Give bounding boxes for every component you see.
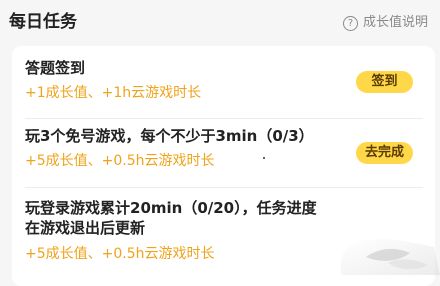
task-name: 答题签到	[25, 59, 86, 77]
task-name: 玩3个免号游戏，每个不少于3min（0/3）	[25, 127, 314, 145]
stray-dot	[263, 157, 265, 159]
growth-help-link[interactable]: ? 成长值说明	[342, 14, 428, 32]
page-title: 每日任务	[9, 12, 77, 32]
header: 每日任务 ? 成长值说明	[0, 0, 440, 46]
sign-in-button[interactable]: 签到	[356, 71, 413, 93]
question-icon: ?	[342, 15, 358, 31]
divider	[25, 187, 423, 188]
help-label: 成长值说明	[362, 15, 428, 30]
go-complete-button[interactable]: 去完成	[356, 142, 413, 164]
logo-watermark-icon	[340, 239, 440, 275]
task-name-line2: 在游戏退出后更新	[25, 219, 146, 237]
task-name-line1: 玩登录游戏累计20min（0/20），任务进度	[25, 199, 317, 217]
divider	[25, 118, 423, 119]
